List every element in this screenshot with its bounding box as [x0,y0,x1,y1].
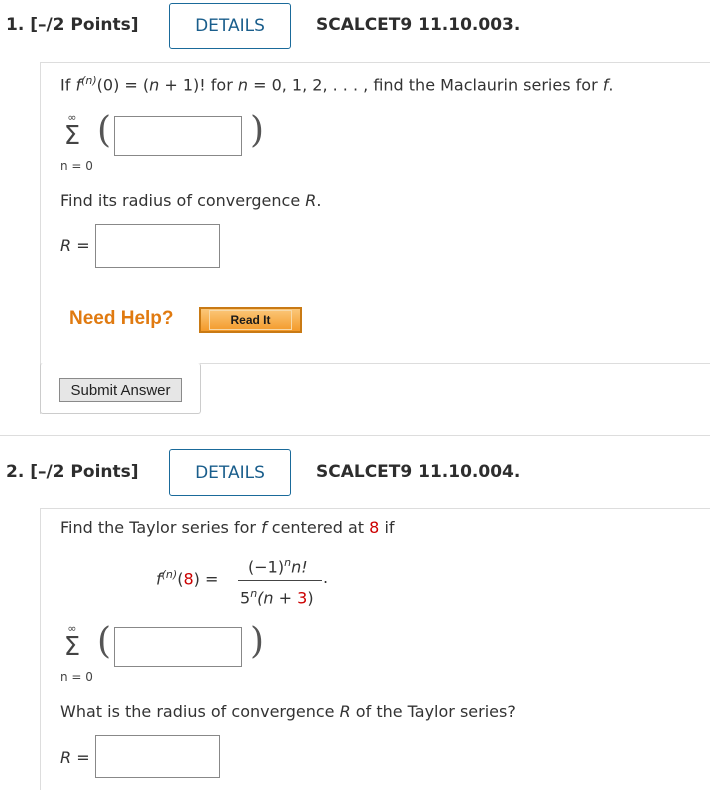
divider [40,508,41,790]
details-button[interactable]: DETAILS [169,3,291,49]
fraction-bar [238,580,322,581]
radius-answer-input[interactable] [95,735,220,778]
divider [40,62,41,414]
need-help-label: Need Help? [69,308,174,329]
divider [40,508,710,509]
radius-prompt: Find its radius of convergence R. [60,191,322,210]
radius-prompt: What is the radius of convergence R of t… [60,702,516,721]
summation-index: n = 0 [60,159,93,173]
course-code: SCALCET9 11.10.003. [316,15,521,35]
formula-numerator: (−1)nn! [248,556,308,577]
close-paren: ) [250,110,265,151]
open-paren: ( [97,621,112,662]
radius-label: R = [60,236,90,255]
divider [200,363,710,364]
radius-answer-input[interactable] [95,224,220,268]
question-1-header: 1. [–/2 Points] [6,15,139,35]
section-divider [0,435,710,436]
radius-label: R = [60,748,90,767]
formula-denominator: 5n(n + 3) [240,587,314,608]
summation-symbol: ∞ Σ [63,111,81,151]
question-text: Find the Taylor series for f centered at… [60,518,395,537]
divider [40,62,710,63]
read-it-button[interactable]: Read It [199,307,302,333]
submit-answer-button[interactable]: Submit Answer [59,378,182,402]
close-paren: ) [250,621,265,662]
question-2-header: 2. [–/2 Points] [6,462,139,482]
formula-period: . [323,568,329,587]
open-paren: ( [97,110,112,151]
summation-symbol: ∞ Σ [63,622,81,662]
series-answer-input[interactable] [114,116,242,156]
formula-lhs: f(n)(8) = [156,568,219,589]
question-text: If f(n)(0) = (n + 1)! for n = 0, 1, 2, .… [60,74,614,95]
series-answer-input[interactable] [114,627,242,667]
summation-index: n = 0 [60,670,93,684]
details-button[interactable]: DETAILS [169,449,291,496]
course-code: SCALCET9 11.10.004. [316,462,521,482]
